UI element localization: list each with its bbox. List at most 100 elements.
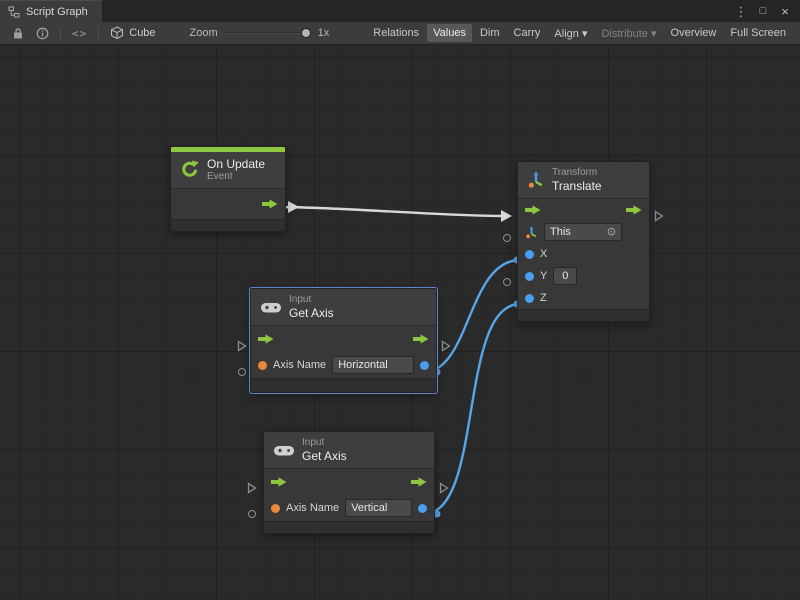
y-input-port[interactable]: [525, 272, 534, 281]
translate-x-row: X: [518, 243, 649, 265]
toolbar-buttons: Relations Values Dim Carry Align ▾ Distr…: [367, 24, 794, 43]
code-glyph: <>: [72, 27, 87, 40]
flow-output-marker-axis-vertical[interactable]: [439, 482, 449, 494]
translate-titles: Transform Translate: [552, 167, 602, 193]
axis-name-input-port[interactable]: [258, 361, 267, 370]
flow-output-port[interactable]: [262, 199, 278, 209]
zoom-label: Zoom: [190, 27, 218, 39]
carry-button[interactable]: Carry: [508, 24, 547, 42]
zoom-control: Zoom 1x: [190, 27, 330, 39]
node-title: Get Axis: [289, 306, 334, 320]
flow-input-marker-axis-vertical[interactable]: [247, 482, 257, 494]
axis-name-input-port[interactable]: [271, 504, 280, 513]
transform-gizmo-icon: [527, 171, 545, 189]
value-input-marker-axis-horizontal[interactable]: [238, 368, 246, 376]
this-input-marker-translate[interactable]: [503, 234, 511, 242]
lock-icon[interactable]: [6, 22, 30, 44]
z-input-port[interactable]: [525, 294, 534, 303]
get-axis-horizontal-header[interactable]: Input Get Axis: [251, 289, 436, 326]
axis-name-field[interactable]: Vertical: [345, 499, 412, 517]
tab-script-graph[interactable]: Script Graph: [0, 0, 102, 22]
align-dropdown[interactable]: Align ▾: [548, 24, 593, 43]
hollow-circle-icon: [248, 510, 256, 518]
zoom-slider-handle[interactable]: [301, 28, 311, 38]
node-get-axis-horizontal[interactable]: Input Get Axis Axis Name Horizontal: [250, 288, 437, 393]
translate-this-row: This ⊙: [518, 221, 649, 243]
flow-output-marker-axis-horizontal[interactable]: [441, 340, 451, 352]
node-on-update[interactable]: On Update Event: [170, 146, 286, 232]
get-axis-vertical-header[interactable]: Input Get Axis: [264, 432, 434, 469]
on-update-header[interactable]: On Update Event: [171, 152, 285, 189]
node-category: Input: [289, 294, 334, 306]
value-input-marker-axis-vertical[interactable]: [248, 510, 256, 518]
node-footer: [518, 309, 649, 321]
translate-z-row: Z: [518, 287, 649, 309]
node-category: Transform: [552, 167, 602, 179]
dim-button[interactable]: Dim: [474, 24, 506, 42]
on-update-flow-row: [171, 189, 285, 219]
graph-icon: [8, 6, 20, 18]
control-wire[interactable]: [278, 207, 503, 216]
flow-output-port[interactable]: [413, 334, 429, 344]
info-glyph: [36, 27, 49, 40]
flow-output-port[interactable]: [626, 205, 642, 215]
get-axis-vertical-flow-row: [264, 469, 434, 495]
cube-icon: [110, 26, 124, 40]
script-graph-window: Script Graph ⋮ □ × <>: [0, 0, 800, 600]
object-picker-icon[interactable]: ⊙: [607, 225, 616, 239]
graph-target-selector[interactable]: Cube: [104, 26, 161, 40]
axis-name-label: Axis Name: [273, 359, 326, 371]
titlebar: Script Graph ⋮ □ ×: [0, 0, 800, 22]
zoom-slider[interactable]: [225, 27, 311, 39]
node-title: Get Axis: [302, 449, 347, 463]
hollow-triangle-icon: [237, 340, 247, 352]
info-icon[interactable]: [30, 22, 55, 44]
x-label: X: [540, 248, 547, 260]
window-menu-icon[interactable]: ⋮: [732, 2, 750, 20]
tab-label: Script Graph: [26, 6, 88, 18]
node-get-axis-vertical[interactable]: Input Get Axis Axis Name Vertical: [263, 431, 435, 534]
gamepad-icon: [273, 443, 295, 458]
node-subtitle: Event: [207, 171, 265, 183]
close-icon[interactable]: ×: [776, 2, 794, 20]
y-label: Y: [540, 270, 547, 282]
overview-button[interactable]: Overview: [665, 24, 723, 42]
graph-canvas[interactable]: On Update Event Tran: [0, 45, 800, 600]
flow-output-port[interactable]: [411, 477, 427, 487]
value-wire-horizontal-to-x[interactable]: [424, 260, 520, 372]
flow-input-port[interactable]: [271, 477, 287, 487]
hollow-circle-icon: [238, 368, 246, 376]
hollow-triangle-icon: [439, 482, 449, 494]
flow-input-marker-axis-horizontal[interactable]: [237, 340, 247, 352]
code-view-icon[interactable]: <>: [66, 22, 93, 44]
flow-output-marker-translate[interactable]: [654, 210, 664, 222]
flow-input-port[interactable]: [258, 334, 274, 344]
toolbar-divider: [98, 27, 99, 40]
node-category: Input: [302, 437, 347, 449]
y-value-field[interactable]: 0: [553, 267, 577, 285]
axis-name-field[interactable]: Horizontal: [332, 356, 414, 374]
distribute-dropdown[interactable]: Distribute ▾: [595, 24, 662, 43]
get-axis-vertical-titles: Input Get Axis: [302, 437, 347, 463]
zoom-slider-track[interactable]: [225, 32, 311, 34]
x-input-port[interactable]: [525, 250, 534, 259]
node-footer: [251, 378, 436, 392]
translate-header[interactable]: Transform Translate: [518, 162, 649, 199]
node-footer: [264, 521, 434, 533]
value-output-port[interactable]: [418, 504, 427, 513]
control-wire-arrowhead-start: [288, 201, 299, 213]
y-input-marker-translate[interactable]: [503, 278, 511, 286]
window-controls: ⋮ □ ×: [732, 0, 800, 22]
relations-button[interactable]: Relations: [367, 24, 425, 42]
toolbar-divider: [60, 27, 61, 40]
value-output-port[interactable]: [420, 361, 429, 370]
maximize-icon[interactable]: □: [754, 2, 772, 20]
node-title: Translate: [552, 179, 602, 193]
values-button[interactable]: Values: [427, 24, 472, 42]
update-loop-icon: [180, 160, 200, 180]
this-target-field[interactable]: This ⊙: [544, 223, 622, 241]
translate-flow-row: [518, 199, 649, 221]
flow-input-port[interactable]: [525, 205, 541, 215]
node-translate[interactable]: Transform Translate: [517, 161, 650, 322]
full-screen-button[interactable]: Full Screen: [724, 24, 792, 42]
